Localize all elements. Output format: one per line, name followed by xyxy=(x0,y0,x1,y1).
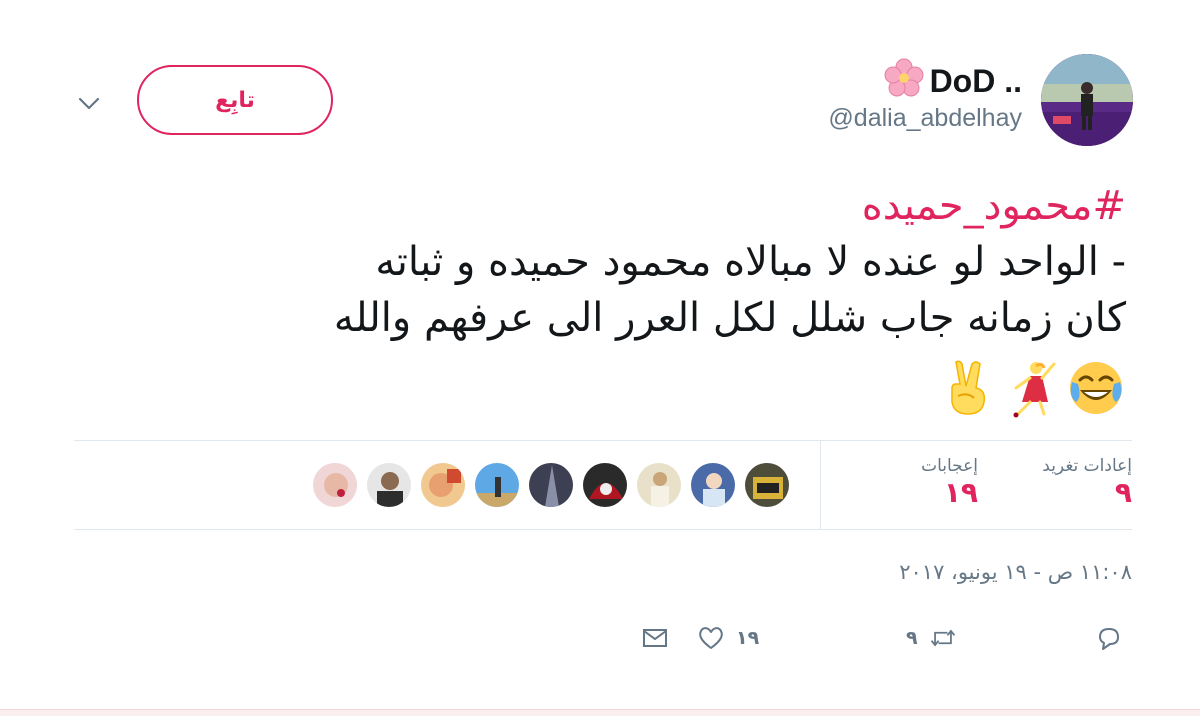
user-handle[interactable]: @dalia_abdelhay xyxy=(828,104,1022,133)
liker-avatar[interactable] xyxy=(420,462,466,508)
tweet-text: #محمود_حميده - الواحد لو عنده لا مبالاه … xyxy=(126,178,1126,346)
retweets-stat[interactable]: إعادات تغريد ٩ xyxy=(1042,456,1132,510)
liker-avatar[interactable] xyxy=(312,462,358,508)
display-name-text: DoD .. xyxy=(929,63,1022,99)
divider xyxy=(74,440,1132,441)
likes-count: ١٩ xyxy=(943,476,978,509)
hashtag-link[interactable]: #محمود_حميده xyxy=(126,178,1126,234)
emoji-row xyxy=(938,358,1126,424)
dancer-icon xyxy=(1013,362,1056,418)
envelope-icon xyxy=(643,629,667,647)
victory-hand-icon xyxy=(951,360,986,415)
facepile xyxy=(312,462,790,510)
like-button[interactable]: ١٩ xyxy=(696,618,759,658)
reply-icon xyxy=(1099,628,1119,650)
tweet-line: - الواحد لو عنده لا مبالاه محمود حميده و… xyxy=(375,239,1126,285)
flower-icon xyxy=(884,58,924,106)
liker-avatar[interactable] xyxy=(366,462,412,508)
retweet-count: ٩ xyxy=(906,627,918,649)
retweets-label: إعادات تغريد xyxy=(1042,456,1132,476)
chevron-down-icon[interactable] xyxy=(76,90,102,116)
avatar[interactable] xyxy=(1041,54,1133,146)
reply-button[interactable] xyxy=(1094,618,1124,658)
liker-avatar[interactable] xyxy=(474,462,520,508)
liker-avatar[interactable] xyxy=(744,462,790,508)
liker-avatar[interactable] xyxy=(690,462,736,508)
like-count: ١٩ xyxy=(736,627,760,649)
likes-stat[interactable]: إعجابات ١٩ xyxy=(921,456,978,510)
retweets-count: ٩ xyxy=(1114,476,1132,509)
likes-label: إعجابات xyxy=(921,456,978,476)
stats-separator xyxy=(820,441,821,529)
liker-avatar[interactable] xyxy=(528,462,574,508)
divider xyxy=(74,529,1132,530)
tweet-line: كان زمانه جاب شلل لكل العرر الى عرفهم وا… xyxy=(333,295,1126,341)
heart-icon xyxy=(699,627,723,649)
tweet-timestamp[interactable]: ١١:٠٨ ص - ١٩ يونيو، ٢٠١٧ xyxy=(899,560,1132,584)
liker-avatar[interactable] xyxy=(636,462,682,508)
face-with-tears-of-joy-icon xyxy=(1070,362,1122,414)
display-name[interactable]: DoD .. xyxy=(884,58,1022,106)
retweet-button[interactable]: ٩ xyxy=(906,618,958,658)
follow-button[interactable]: تابِع xyxy=(137,65,333,135)
retweet-icon xyxy=(930,629,955,647)
liker-avatar[interactable] xyxy=(582,462,628,508)
page-bottom-edge xyxy=(0,709,1200,716)
direct-message-button[interactable] xyxy=(640,618,670,658)
